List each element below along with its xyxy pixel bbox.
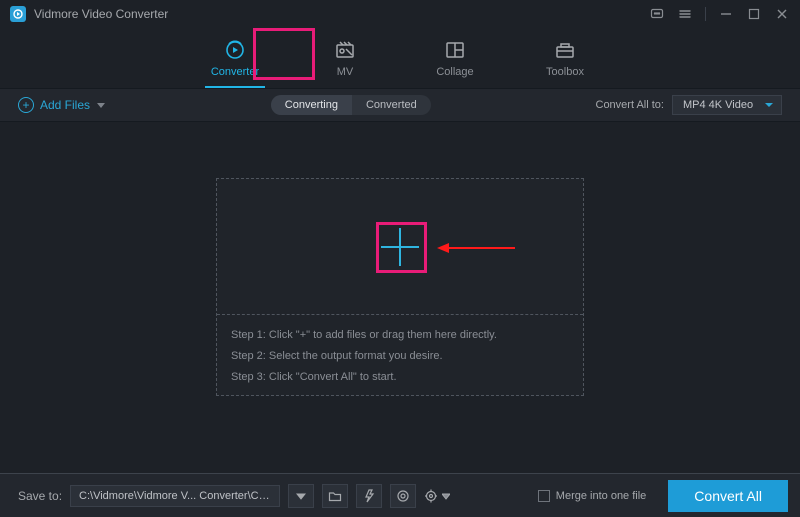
app-title: Vidmore Video Converter (34, 7, 168, 21)
converter-icon (224, 38, 246, 62)
plus-circle-icon: + (18, 97, 34, 113)
instruction-steps: Step 1: Click "+" to add files or drag t… (217, 315, 583, 398)
convert-all-button[interactable]: Convert All (668, 480, 788, 512)
output-format-dropdown[interactable]: MP4 4K Video (672, 95, 782, 115)
tab-label: Toolbox (546, 66, 584, 78)
tab-mv[interactable]: MV (315, 34, 375, 88)
tab-toolbox[interactable]: Toolbox (535, 34, 595, 88)
feedback-icon[interactable] (649, 6, 665, 22)
convert-all-to-label: Convert All to: (596, 99, 664, 111)
maximize-icon[interactable] (746, 6, 762, 22)
titlebar: Vidmore Video Converter (0, 0, 800, 28)
merge-checkbox[interactable]: Merge into one file (538, 490, 647, 502)
settings-button[interactable] (424, 484, 450, 508)
dropzone[interactable]: Step 1: Click "+" to add files or drag t… (216, 178, 584, 396)
hardware-accel-button[interactable] (356, 484, 382, 508)
divider (705, 7, 706, 21)
status-tab-converting[interactable]: Converting (271, 95, 352, 115)
titlebar-right (649, 6, 790, 22)
menu-icon[interactable] (677, 6, 693, 22)
main-tabs: Converter MV Collage Toolbox (0, 28, 800, 88)
step-3: Step 3: Click "Convert All" to start. (231, 367, 569, 388)
titlebar-left: Vidmore Video Converter (10, 6, 168, 22)
output-format-value: MP4 4K Video (683, 99, 753, 111)
dropzone-upper (217, 179, 583, 314)
save-to-dropdown-button[interactable] (288, 484, 314, 508)
minimize-icon[interactable] (718, 6, 734, 22)
tab-label: Collage (436, 66, 473, 78)
chevron-down-icon (96, 100, 106, 110)
high-speed-button[interactable] (390, 484, 416, 508)
open-folder-button[interactable] (322, 484, 348, 508)
sub-toolbar: + Add Files Converting Converted Convert… (0, 88, 800, 122)
tab-label: Converter (211, 66, 259, 78)
app-logo-icon (10, 6, 26, 22)
status-tabs: Converting Converted (271, 95, 431, 115)
convert-all-to: Convert All to: MP4 4K Video (596, 95, 782, 115)
add-files-button[interactable]: + Add Files (18, 97, 106, 113)
collage-icon (444, 38, 466, 62)
status-tab-converted[interactable]: Converted (352, 95, 431, 115)
close-icon[interactable] (774, 6, 790, 22)
save-to-path-field[interactable]: C:\Vidmore\Vidmore V... Converter\Conver… (70, 485, 280, 507)
tab-collage[interactable]: Collage (425, 34, 485, 88)
toolbox-icon (554, 38, 576, 62)
add-files-plus-icon[interactable] (379, 226, 421, 268)
add-files-label: Add Files (40, 98, 90, 112)
bottom-toolbar: Save to: C:\Vidmore\Vidmore V... Convert… (0, 473, 800, 517)
checkbox-icon (538, 490, 550, 502)
step-1: Step 1: Click "+" to add files or drag t… (231, 325, 569, 346)
tab-label: MV (337, 66, 354, 78)
merge-label: Merge into one file (556, 490, 647, 502)
tab-converter[interactable]: Converter (205, 34, 265, 88)
save-to-label: Save to: (18, 489, 62, 503)
mv-icon (334, 38, 356, 62)
step-2: Step 2: Select the output format you des… (231, 346, 569, 367)
